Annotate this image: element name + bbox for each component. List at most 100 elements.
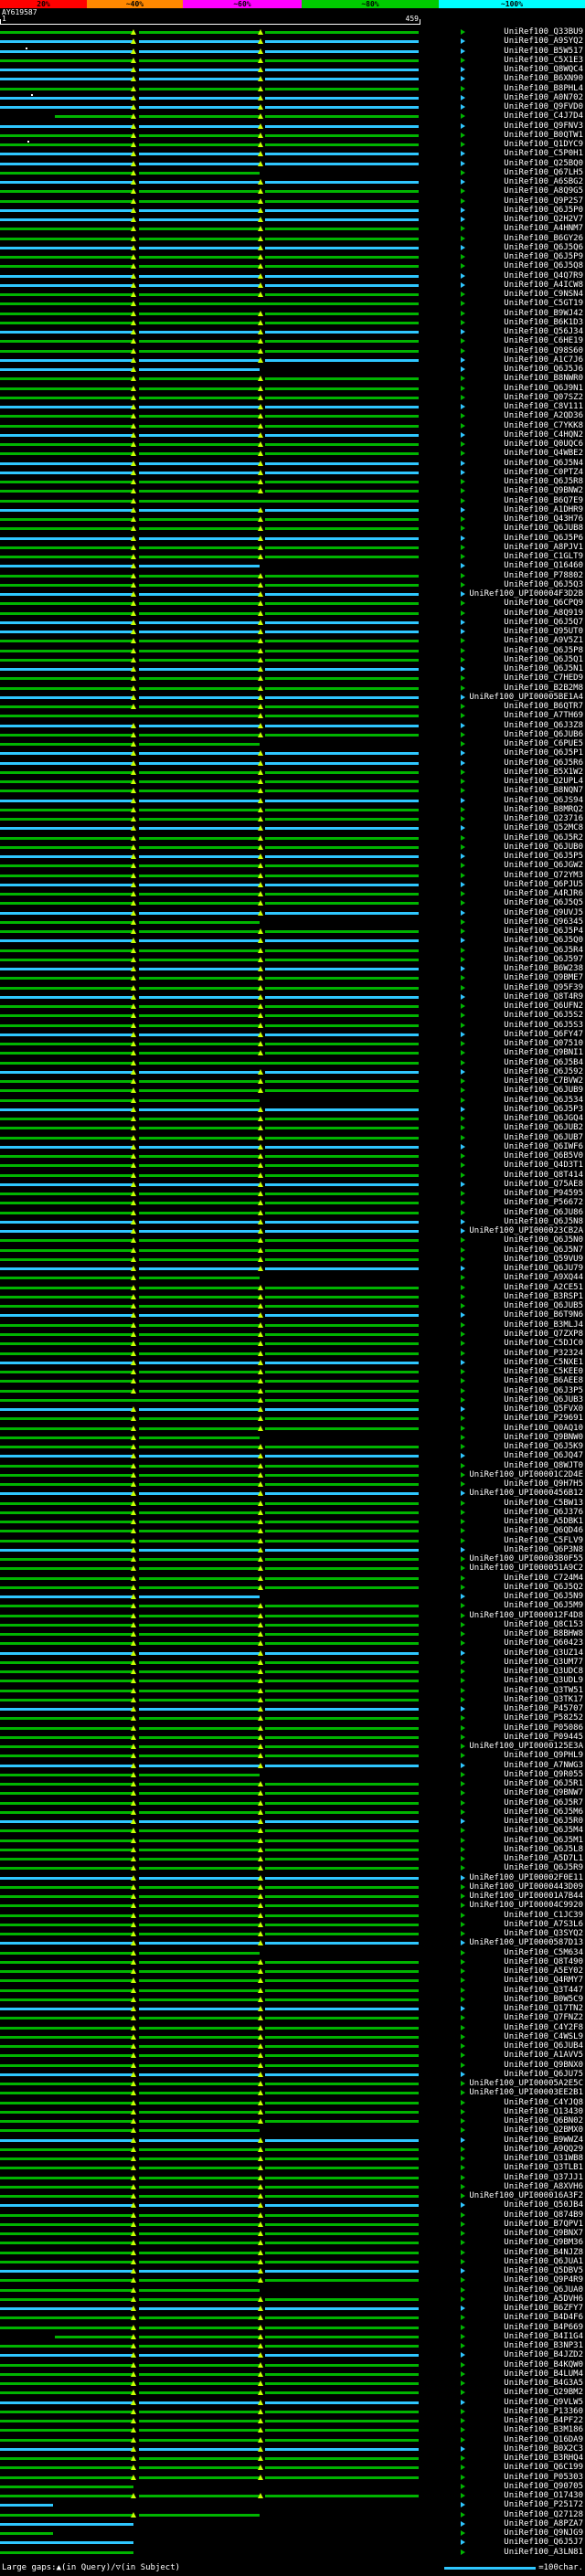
hit-row[interactable]: UniRef100_Q6J5S3 <box>0 1021 585 1030</box>
hit-bar-segment[interactable] <box>0 2176 133 2179</box>
hit-row[interactable]: UniRef100_C1GLT9 <box>0 552 585 561</box>
hit-bar-segment[interactable] <box>265 2101 419 2104</box>
hit-bar-segment[interactable] <box>0 695 133 699</box>
hit-row[interactable]: UniRef100_Q6JUB7 <box>0 1133 585 1142</box>
hit-row[interactable]: UniRef100_A0N702 <box>0 93 585 102</box>
hit-accession-label[interactable]: UniRef100_A3LN81 <box>504 2548 583 2557</box>
hit-bar-segment[interactable] <box>0 1398 260 1402</box>
hit-bar-segment[interactable] <box>139 2157 260 2161</box>
hit-row[interactable]: UniRef100_Q72YM3 <box>0 871 585 880</box>
hit-accession-label[interactable]: UniRef100_B3MLJ4 <box>504 1320 583 1330</box>
hit-row[interactable]: UniRef100_A8Q919 <box>0 609 585 618</box>
hit-bar-segment[interactable] <box>0 1726 133 1730</box>
hit-bar-segment[interactable] <box>265 780 419 784</box>
hit-bar-segment[interactable] <box>265 2260 419 2263</box>
hit-row[interactable]: UniRef100_Q9VLW5 <box>0 2398 585 2407</box>
hit-bar-segment[interactable] <box>0 133 133 137</box>
hit-bar-segment[interactable] <box>139 1408 260 1411</box>
hit-bar-segment[interactable] <box>0 181 133 185</box>
hit-row[interactable]: UniRef100_UPI00004C9920 <box>0 1901 585 1910</box>
hit-row[interactable]: UniRef100_Q6J9N1 <box>0 384 585 393</box>
hit-row[interactable]: UniRef100_B8NWR0 <box>0 374 585 383</box>
hit-bar-segment[interactable] <box>0 340 133 344</box>
hit-row[interactable]: UniRef100_Q6J5P6 <box>0 534 585 543</box>
hit-row[interactable]: UniRef100_C4WSL9 <box>0 2032 585 2041</box>
hit-bar-segment[interactable] <box>139 536 260 540</box>
hit-bar-segment[interactable] <box>139 1127 260 1130</box>
hit-bar-segment[interactable] <box>0 1660 133 1664</box>
hit-accession-label[interactable]: UniRef100_UPI00004C9920 <box>469 1901 583 1910</box>
hit-bar-segment[interactable] <box>0 228 133 231</box>
hit-bar-segment[interactable] <box>265 218 419 222</box>
hit-accession-label[interactable]: UniRef100_Q6J5M4 <box>504 1826 583 1835</box>
hit-bar-segment[interactable] <box>265 58 419 62</box>
hit-row[interactable]: UniRef100_B4PF22 <box>0 2416 585 2425</box>
hit-row[interactable]: UniRef100_A1DHR9 <box>0 505 585 514</box>
hit-row[interactable]: UniRef100_Q9BNW0 <box>0 1433 585 1442</box>
hit-accession-label[interactable]: UniRef100_Q6J5S3 <box>504 1021 583 1030</box>
hit-bar-segment[interactable] <box>139 1164 260 1168</box>
hit-bar-segment[interactable] <box>139 1614 260 1617</box>
hit-bar-segment[interactable] <box>139 2072 260 2076</box>
hit-bar-segment[interactable] <box>0 1286 133 1289</box>
hit-row[interactable]: UniRef100_Q6JUB8 <box>0 524 585 533</box>
hit-accession-label[interactable]: UniRef100_P05303 <box>504 2473 583 2482</box>
hit-bar-segment[interactable] <box>265 1193 419 1196</box>
hit-bar-segment[interactable] <box>0 827 133 831</box>
hit-row[interactable]: UniRef100_Q4D3T1 <box>0 1161 585 1170</box>
hit-row[interactable]: UniRef100_A5DVH6 <box>0 2295 585 2304</box>
hit-accession-label[interactable]: UniRef100_Q6BN02 <box>504 2116 583 2125</box>
hit-bar-segment[interactable] <box>0 1642 133 1646</box>
hit-bar-segment[interactable] <box>0 2429 133 2433</box>
hit-row[interactable]: UniRef100_Q9FNV3 <box>0 122 585 131</box>
hit-bar-segment[interactable] <box>0 87 133 90</box>
hit-bar-segment[interactable] <box>0 705 133 709</box>
hit-accession-label[interactable]: UniRef100_B5W517 <box>504 47 583 56</box>
hit-bar-segment[interactable] <box>265 96 419 100</box>
hit-accession-label[interactable]: UniRef100_Q6JUB0 <box>504 843 583 852</box>
hit-accession-label[interactable]: UniRef100_B3RHQ4 <box>504 2454 583 2463</box>
hit-accession-label[interactable]: UniRef100_B6K1D3 <box>504 318 583 327</box>
hit-bar-segment[interactable] <box>139 1642 260 1646</box>
hit-bar-segment[interactable] <box>0 958 133 961</box>
hit-row[interactable]: UniRef100_Q6JGQ4 <box>0 1114 585 1123</box>
hit-bar-segment[interactable] <box>0 2232 133 2236</box>
hit-row[interactable]: UniRef100_Q6J5M4 <box>0 1826 585 1835</box>
hit-bar-segment[interactable] <box>139 1267 260 1271</box>
hit-accession-label[interactable]: UniRef100_P56672 <box>504 1198 583 1207</box>
hit-row[interactable]: UniRef100_Q31WB8 <box>0 2154 585 2163</box>
hit-bar-segment[interactable] <box>265 1136 419 1140</box>
hit-bar-segment[interactable] <box>139 1754 260 1758</box>
hit-bar-segment[interactable] <box>139 902 260 906</box>
hit-accession-label[interactable]: UniRef100_A7TH69 <box>504 711 583 720</box>
hit-row[interactable]: UniRef100_Q6PJU5 <box>0 880 585 889</box>
hit-bar-segment[interactable] <box>265 1942 419 1945</box>
hit-bar-segment[interactable] <box>265 2167 419 2170</box>
hit-row[interactable]: UniRef100_Q8T490 <box>0 1957 585 1966</box>
hit-accession-label[interactable]: UniRef100_Q4Q7R9 <box>504 271 583 281</box>
hit-bar-segment[interactable] <box>265 2447 419 2451</box>
hit-bar-segment[interactable] <box>265 1623 419 1627</box>
hit-bar-segment[interactable] <box>265 883 419 886</box>
hit-bar-segment[interactable] <box>139 2401 260 2404</box>
hit-accession-label[interactable]: UniRef100_Q6J5M1 <box>504 1836 583 1845</box>
hit-accession-label[interactable]: UniRef100_A9QQ29 <box>504 2145 583 2154</box>
hit-bar-segment[interactable] <box>55 115 133 119</box>
hit-bar-segment[interactable] <box>0 190 133 194</box>
hit-row[interactable]: UniRef100_P45707 <box>0 1704 585 1713</box>
hit-row[interactable]: UniRef100_Q29BM2 <box>0 2388 585 2397</box>
hit-bar-segment[interactable] <box>139 1651 260 1655</box>
hit-accession-label[interactable]: UniRef100_B8BHW8 <box>504 1629 583 1638</box>
hit-bar-segment[interactable] <box>139 893 260 896</box>
hit-bar-segment[interactable] <box>0 986 133 990</box>
hit-bar-segment[interactable] <box>265 855 419 859</box>
hit-bar-segment[interactable] <box>0 153 133 156</box>
hit-bar-segment[interactable] <box>0 2260 133 2263</box>
hit-bar-segment[interactable] <box>265 705 419 709</box>
hit-bar-segment[interactable] <box>265 208 419 212</box>
hit-bar-segment[interactable] <box>265 1070 419 1074</box>
hit-row[interactable]: UniRef100_B4JZD2 <box>0 2350 585 2359</box>
hit-bar-segment[interactable] <box>265 1492 419 1496</box>
hit-bar-segment[interactable] <box>265 2345 419 2348</box>
hit-accession-label[interactable]: UniRef100_O17430 <box>504 2491 583 2500</box>
